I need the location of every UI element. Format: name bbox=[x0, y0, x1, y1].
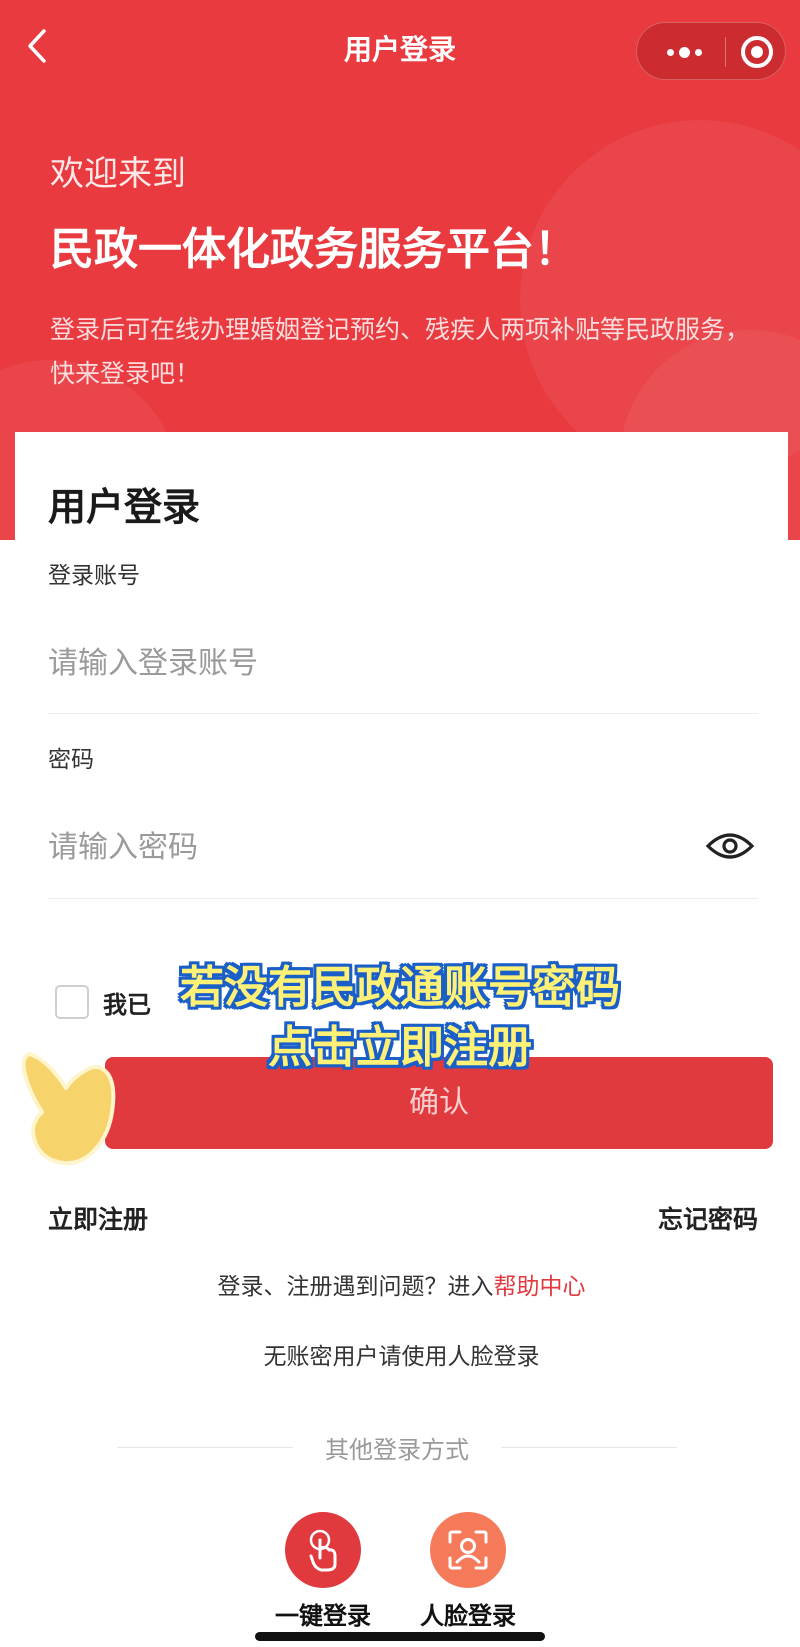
top-navigation-bar: 用户登录 bbox=[0, 0, 800, 100]
one-click-login-label: 一键登录 bbox=[275, 1602, 371, 1630]
capsule-divider bbox=[725, 37, 726, 67]
target-circle-icon[interactable] bbox=[741, 36, 773, 68]
other-methods-label: 其他登录方式 bbox=[325, 1435, 469, 1464]
other-methods-divider: 其他登录方式 bbox=[117, 1427, 677, 1467]
more-dots-icon[interactable] bbox=[659, 23, 709, 81]
face-login-option[interactable]: 人脸登录 bbox=[408, 1512, 528, 1631]
overlay-caption-line2: 点击立即注册 bbox=[268, 1022, 532, 1073]
tap-finger-icon bbox=[285, 1512, 361, 1588]
login-card-title: 用户登录 bbox=[48, 485, 201, 529]
help-prefix: 登录、注册遇到问题？进入 bbox=[217, 1274, 494, 1300]
one-click-login-option[interactable]: 一键登录 bbox=[263, 1512, 383, 1631]
welcome-text: 欢迎来到 bbox=[50, 154, 186, 194]
eye-icon[interactable] bbox=[705, 826, 755, 866]
overlay-caption-line1: 若没有民政通账号密码 bbox=[180, 962, 620, 1013]
face-login-label: 人脸登录 bbox=[420, 1602, 516, 1630]
password-input[interactable] bbox=[48, 812, 688, 882]
account-divider bbox=[48, 713, 758, 714]
password-divider bbox=[48, 898, 758, 899]
mini-program-capsule bbox=[636, 22, 786, 80]
forgot-password-link[interactable]: 忘记密码 bbox=[658, 1200, 758, 1236]
password-label: 密码 bbox=[48, 747, 94, 773]
home-indicator bbox=[255, 1632, 545, 1641]
account-input[interactable] bbox=[48, 628, 748, 698]
help-line: 登录、注册遇到问题？进入帮助中心 bbox=[15, 1267, 788, 1301]
account-label: 登录账号 bbox=[48, 563, 140, 589]
platform-name: 民政一体化政务服务平台！ bbox=[50, 224, 578, 275]
face-login-note: 无账密用户请使用人脸登录 bbox=[263, 1344, 540, 1370]
register-link[interactable]: 立即注册 bbox=[48, 1200, 148, 1236]
hero-description: 登录后可在线办理婚姻登记预约、残疾人两项补贴等民政服务，快来登录吧！ bbox=[50, 315, 751, 388]
help-center-link[interactable]: 帮助中心 bbox=[494, 1274, 586, 1300]
face-scan-icon bbox=[430, 1512, 506, 1588]
